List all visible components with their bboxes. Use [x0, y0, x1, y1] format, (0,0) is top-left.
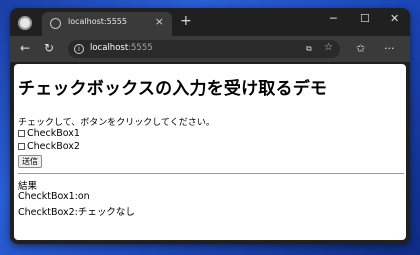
tab-favicon-icon — [50, 18, 61, 29]
close-window-button[interactable]: ✕ — [390, 12, 399, 25]
address-bar[interactable]: i localhost:5555 ⧉ ☆ — [68, 40, 340, 58]
page-content: チェックボックスの入力を受け取るデモ チェックして、ボタンをクリックしてください… — [14, 64, 406, 240]
result-line-2: ChecktBox2:チェックなし — [18, 207, 135, 218]
title-bar: localhost:5555 × + ─ ☐ ✕ — [10, 8, 410, 36]
refresh-icon[interactable]: ↻ — [44, 41, 54, 55]
url-port: :5555 — [128, 43, 153, 53]
new-tab-button[interactable]: + — [180, 13, 192, 29]
checkbox-1[interactable]: CheckBox1 — [18, 128, 80, 139]
submit-button[interactable]: 送信 — [18, 155, 42, 168]
maximize-button[interactable]: ☐ — [360, 12, 370, 25]
browser-toolbar: ← ↻ i localhost:5555 ⧉ ☆ ✩ ··· — [10, 36, 410, 62]
checkbox-2-box[interactable] — [18, 143, 25, 150]
instruction-text: チェックして、ボタンをクリックしてください。 — [18, 118, 215, 128]
browser-app-icon[interactable] — [18, 16, 32, 30]
checkbox-2[interactable]: CheckBox2 — [18, 141, 80, 152]
favorites-icon[interactable]: ✩ — [356, 42, 365, 55]
browser-window: localhost:5555 × + ─ ☐ ✕ ← ↻ i localhost… — [10, 8, 410, 244]
site-info-icon[interactable]: i — [74, 44, 84, 54]
page-title: チェックボックスの入力を受け取るデモ — [18, 79, 328, 99]
divider — [18, 173, 404, 174]
url-host: localhost — [90, 43, 129, 53]
result-heading: 結果 — [18, 181, 38, 192]
tab-title: localhost:5555 — [68, 17, 127, 26]
more-icon[interactable]: ··· — [384, 42, 395, 55]
reader-mode-icon[interactable]: ⧉ — [306, 44, 312, 54]
url-text: localhost:5555 — [90, 43, 153, 53]
tab-close-icon[interactable]: × — [155, 15, 164, 28]
checkbox-1-box[interactable] — [18, 130, 25, 137]
result-line-1: ChecktBox1:on — [18, 191, 90, 202]
checkbox-1-label: CheckBox1 — [27, 128, 80, 139]
favorite-star-icon[interactable]: ☆ — [324, 42, 333, 53]
checkbox-2-label: CheckBox2 — [27, 141, 80, 152]
minimize-button[interactable]: ─ — [330, 12, 337, 25]
browser-tab[interactable]: localhost:5555 × — [42, 12, 172, 36]
back-icon[interactable]: ← — [20, 41, 30, 55]
